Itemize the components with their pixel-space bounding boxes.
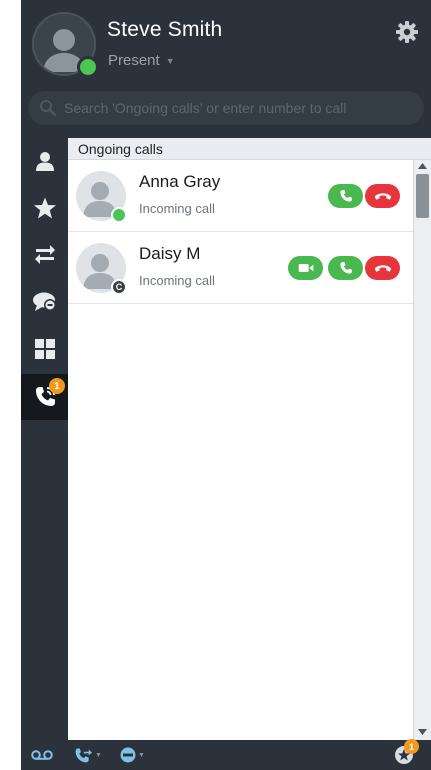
sidebar-item-apps[interactable] <box>21 326 68 372</box>
call-forward-icon <box>75 748 92 763</box>
presence-status-label: Present <box>108 52 160 69</box>
scrollbar-thumb[interactable] <box>416 174 429 218</box>
sidebar-item-transfer[interactable] <box>21 232 68 278</box>
sidebar-item-contacts[interactable] <box>21 138 68 184</box>
apps-grid-icon <box>34 339 55 359</box>
user-name: Steve Smith <box>107 18 223 41</box>
chevron-down-icon: ▼ <box>165 55 175 66</box>
sidebar-item-calls[interactable]: 1 <box>21 374 68 420</box>
user-header: Steve Smith Present ▼ <box>21 0 431 88</box>
search-icon <box>40 100 57 117</box>
presence-status-dropdown[interactable]: Present ▼ <box>108 52 175 69</box>
phone-hangup-icon <box>374 193 391 200</box>
sidebar-item-chat[interactable] <box>21 279 68 325</box>
scroll-up-arrow-icon[interactable] <box>414 160 431 172</box>
gear-icon[interactable] <box>395 20 419 44</box>
video-camera-icon <box>298 264 313 272</box>
vertical-scrollbar[interactable] <box>413 160 431 740</box>
search-bar <box>28 91 424 125</box>
do-not-disturb-dropdown[interactable]: ▼ <box>120 745 145 765</box>
call-row[interactable]: C Daisy M Incoming call <box>68 233 413 304</box>
do-not-disturb-icon <box>120 747 136 763</box>
scroll-down-arrow-icon[interactable] <box>414 726 431 738</box>
decline-call-button[interactable] <box>365 184 400 208</box>
contacts-icon <box>35 152 54 171</box>
chat-bubbles-icon <box>32 292 56 311</box>
panel-header: Ongoing calls <box>68 138 431 160</box>
app-window: Steve Smith Present ▼ Search 'Ongoing ca… <box>21 0 431 770</box>
phone-answer-icon <box>339 262 352 274</box>
caller-presence-indicator <box>111 207 127 223</box>
bottom-toolbar: ▼ ▼ 1 <box>21 739 431 770</box>
panel-title: Ongoing calls <box>78 141 163 157</box>
call-forward-dropdown[interactable]: ▼ <box>73 745 102 765</box>
presence-indicator <box>77 56 99 78</box>
call-status: Incoming call <box>139 201 215 216</box>
answer-call-button[interactable] <box>328 184 363 208</box>
chevron-down-icon: ▼ <box>138 751 145 759</box>
caller-name: Daisy M <box>139 244 201 263</box>
sidebar: 1 <box>21 138 68 740</box>
voicemail-button[interactable] <box>31 745 53 765</box>
transfer-arrows-icon <box>34 245 55 264</box>
chevron-down-icon: ▼ <box>95 751 102 759</box>
caller-name: Anna Gray <box>139 172 221 191</box>
ongoing-calls-panel: Ongoing calls Anna Gray Incoming call C … <box>68 138 431 740</box>
favorites-star-icon <box>33 197 56 219</box>
call-status: Incoming call <box>139 273 215 288</box>
calls-count-badge: 1 <box>49 378 65 394</box>
caller-presence-indicator: C <box>111 279 127 295</box>
decline-call-button[interactable] <box>365 256 400 280</box>
voicemail-icon <box>31 750 53 760</box>
video-call-button[interactable] <box>288 256 323 280</box>
search-input[interactable] <box>64 91 414 125</box>
sidebar-item-favorites[interactable] <box>21 185 68 231</box>
phone-answer-icon <box>339 190 352 202</box>
answer-call-button[interactable] <box>328 256 363 280</box>
call-row[interactable]: Anna Gray Incoming call <box>68 161 413 232</box>
phone-hangup-icon <box>374 265 391 272</box>
notifications-count-badge: 1 <box>404 739 419 754</box>
